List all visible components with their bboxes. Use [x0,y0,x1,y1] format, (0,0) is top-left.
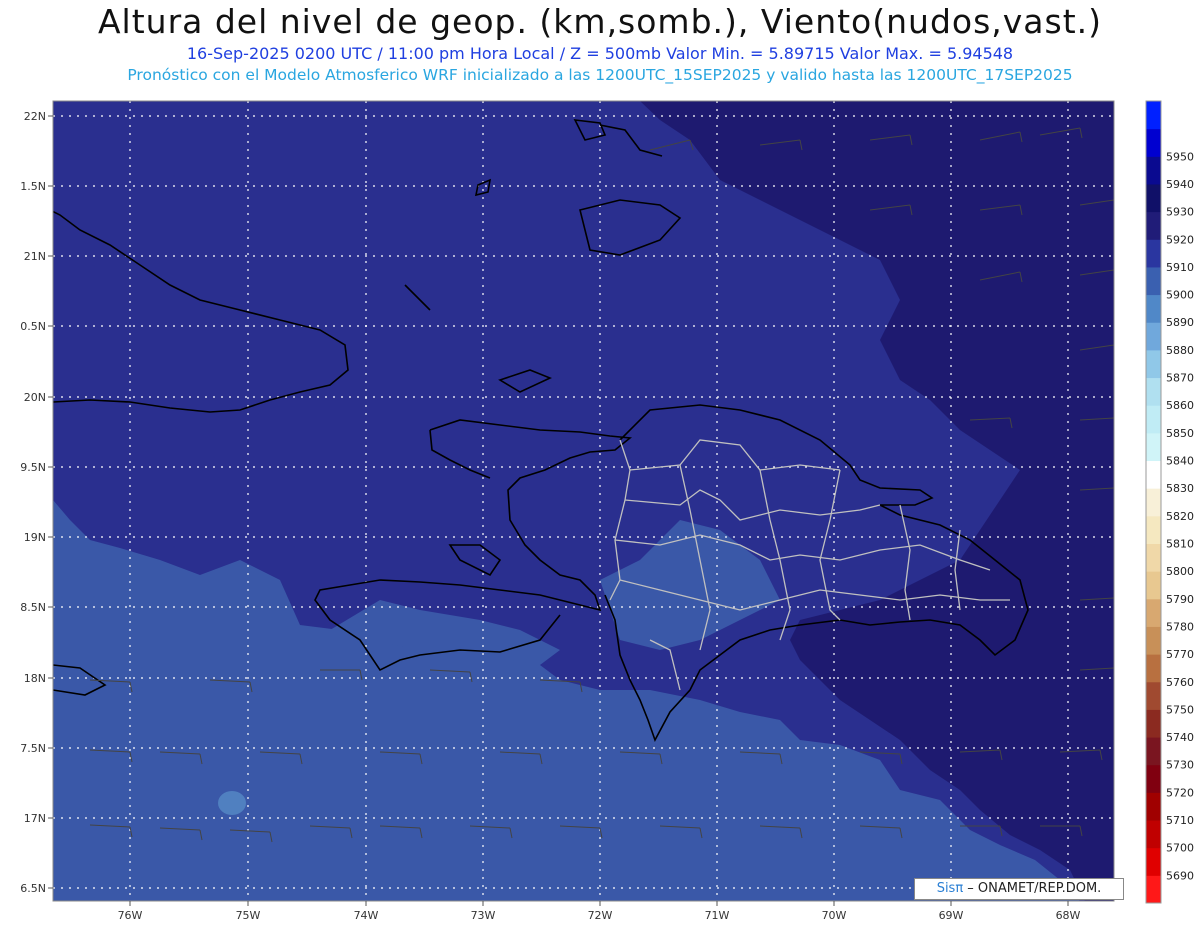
geopotential-map: 22N 1.5N 21N 0.5N 20N 9.5N 19N 8.5N 18N … [20,100,1194,922]
colorbar-label: 5850 [1166,427,1194,440]
colorbar-label: 5860 [1166,399,1194,412]
colorbar-swatch [1146,128,1161,157]
colorbar-label: 5870 [1166,372,1194,385]
longitude-labels: 76W 75W 74W 73W 72W 71W 70W 69W 68W [118,909,1081,922]
colorbar-swatch [1146,488,1161,517]
colorbar-label: 5730 [1166,759,1194,772]
colorbar-label: 5810 [1166,537,1194,550]
colorbar-label: 5890 [1166,316,1194,329]
lat-label: 0.5N [20,320,46,333]
lon-label: 73W [471,909,496,922]
colorbar-label: 5880 [1166,344,1194,357]
colorbar-label: 5910 [1166,261,1194,274]
colorbar-label: 5930 [1166,206,1194,219]
lat-label: 7.5N [20,742,46,755]
colorbar-label: 5800 [1166,565,1194,578]
colorbar-swatch [1146,681,1161,710]
colorbar-swatch [1146,820,1161,849]
colorbar-swatch [1146,211,1161,240]
colorbar-swatch [1146,847,1161,876]
colorbar-label: 5770 [1166,648,1194,661]
colorbar-swatch [1146,571,1161,600]
lon-label: 74W [354,909,379,922]
colorbar-label: 5760 [1166,676,1194,689]
colorbar-swatch [1146,737,1161,766]
lat-label: 18N [24,672,46,685]
lat-label: 6.5N [20,882,46,895]
colorbar-swatch [1146,349,1161,379]
lat-label: 21N [24,250,46,263]
lat-label: 9.5N [20,461,46,474]
colorbar-label: 5830 [1166,482,1194,495]
lat-label: 22N [24,110,46,123]
colorbar-swatch [1146,875,1161,904]
colorbar-swatch [1146,183,1161,213]
colorbar-swatch [1146,709,1161,738]
credit-box: Sisπ – ONAMET/REP.DOM. [914,878,1124,900]
lon-label: 70W [822,909,847,922]
colorbar-swatch [1146,792,1161,821]
colorbar-swatch [1146,764,1161,793]
colorbar-swatch [1146,515,1161,544]
colorbar-swatch [1146,626,1161,655]
lon-label: 75W [236,909,261,922]
lon-label: 71W [705,909,730,922]
colorbar-label: 5780 [1166,620,1194,633]
colorbar-label: 5940 [1166,178,1194,191]
lat-label: 8.5N [20,601,46,614]
colorbar-swatch [1146,654,1161,683]
colorbar-label: 5690 [1166,869,1194,882]
colorbar-label: 5700 [1166,842,1194,855]
lat-label: 1.5N [20,180,46,193]
colorbar-label: 5820 [1166,510,1194,523]
colorbar-swatch [1146,377,1161,406]
colorbar-swatch [1146,432,1161,462]
colorbar-swatch [1146,460,1161,489]
colorbar-label: 5740 [1166,731,1194,744]
colorbar-swatch [1146,405,1161,434]
lon-label: 69W [939,909,964,922]
colorbar-swatch [1146,156,1161,185]
colorbar-label: 5710 [1166,814,1194,827]
colorbar-swatch [1146,239,1161,268]
lon-label: 72W [588,909,613,922]
sis-logo-text: Sisπ [936,881,964,896]
lon-label: 76W [118,909,143,922]
lat-label: 17N [24,812,46,825]
colorbar-label: 5720 [1166,786,1194,799]
latitude-labels: 22N 1.5N 21N 0.5N 20N 9.5N 19N 8.5N 18N … [20,110,46,895]
colorbar-swatch [1146,322,1161,351]
contour-5890-spot [218,791,246,815]
colorbar-swatch [1146,101,1161,130]
colorbar-swatch [1146,294,1161,323]
colorbar-label: 5750 [1166,703,1194,716]
colorbar-label: 5950 [1166,150,1194,163]
colorbar-label: 5790 [1166,593,1194,606]
colorbar-swatch [1146,598,1161,627]
colorbar-label: 5900 [1166,289,1194,302]
credit-text: – ONAMET/REP.DOM. [963,881,1102,896]
colorbar: 5690 5700 5710 5720 5730 5740 5750 5760 5770 5780… [1145,100,1194,904]
lat-label: 19N [24,531,46,544]
colorbar-label: 5920 [1166,233,1194,246]
colorbar-label: 5840 [1166,455,1194,468]
colorbar-swatch [1146,543,1161,572]
lon-label: 68W [1056,909,1081,922]
colorbar-swatch [1146,266,1161,296]
lat-label: 20N [24,391,46,404]
